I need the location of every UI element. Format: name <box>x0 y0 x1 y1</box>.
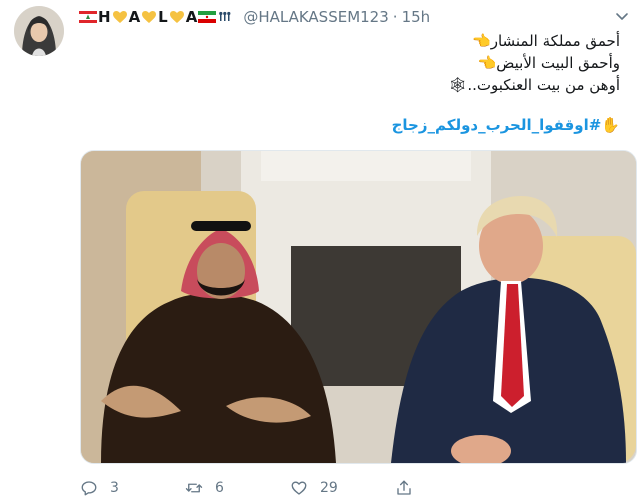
tweet-line: أوهن من بيت العنكبوت..🕸 <box>448 76 620 94</box>
avatar[interactable] <box>14 6 64 56</box>
reply-count: 3 <box>110 480 119 496</box>
tweet-text: أحمق مملكة المنشار👈 وأحمق البيت الأبيض👈 … <box>100 30 620 96</box>
name-char: H <box>98 8 111 26</box>
tweet-line: أحمق مملكة المنشار👈 <box>472 32 620 50</box>
chevron-down-icon[interactable] <box>614 8 630 24</box>
retweet-count: 6 <box>215 480 224 496</box>
timestamp[interactable]: 15h <box>402 8 431 26</box>
hashtag-link[interactable]: ✋#اوقفوا_الحرب_دولكم_زجاج <box>392 116 620 134</box>
tweet-line: وأحمق البيت الأبيض👈 <box>477 54 620 72</box>
name-char: A <box>128 8 141 26</box>
separator-dot: · <box>392 8 398 26</box>
share-button[interactable] <box>395 479 500 497</box>
retweet-icon <box>185 483 203 493</box>
name-char: A <box>185 8 198 26</box>
like-icon <box>291 481 307 495</box>
like-count: 29 <box>320 480 338 496</box>
reply-icon <box>81 481 97 496</box>
iran-flag-icon <box>198 11 217 23</box>
like-button[interactable]: 29 <box>290 479 395 497</box>
wheat-icon <box>219 11 231 21</box>
name-char: L <box>158 8 168 26</box>
yellow-heart-icon <box>112 11 127 23</box>
display-name[interactable]: H A L A <box>78 8 237 26</box>
yellow-heart-icon <box>169 11 184 23</box>
tweet-photo[interactable] <box>80 150 637 464</box>
tweet-header: H A L A @HALAKASSEM123 · 15h <box>78 6 430 28</box>
lebanon-flag-icon <box>79 11 97 23</box>
retweet-button[interactable]: 6 <box>185 479 290 497</box>
tweet-actions: 3 6 29 <box>80 478 500 498</box>
reply-button[interactable]: 3 <box>80 479 185 497</box>
share-icon <box>397 480 411 495</box>
user-handle[interactable]: @HALAKASSEM123 <box>243 8 388 26</box>
yellow-heart-icon <box>142 11 157 23</box>
